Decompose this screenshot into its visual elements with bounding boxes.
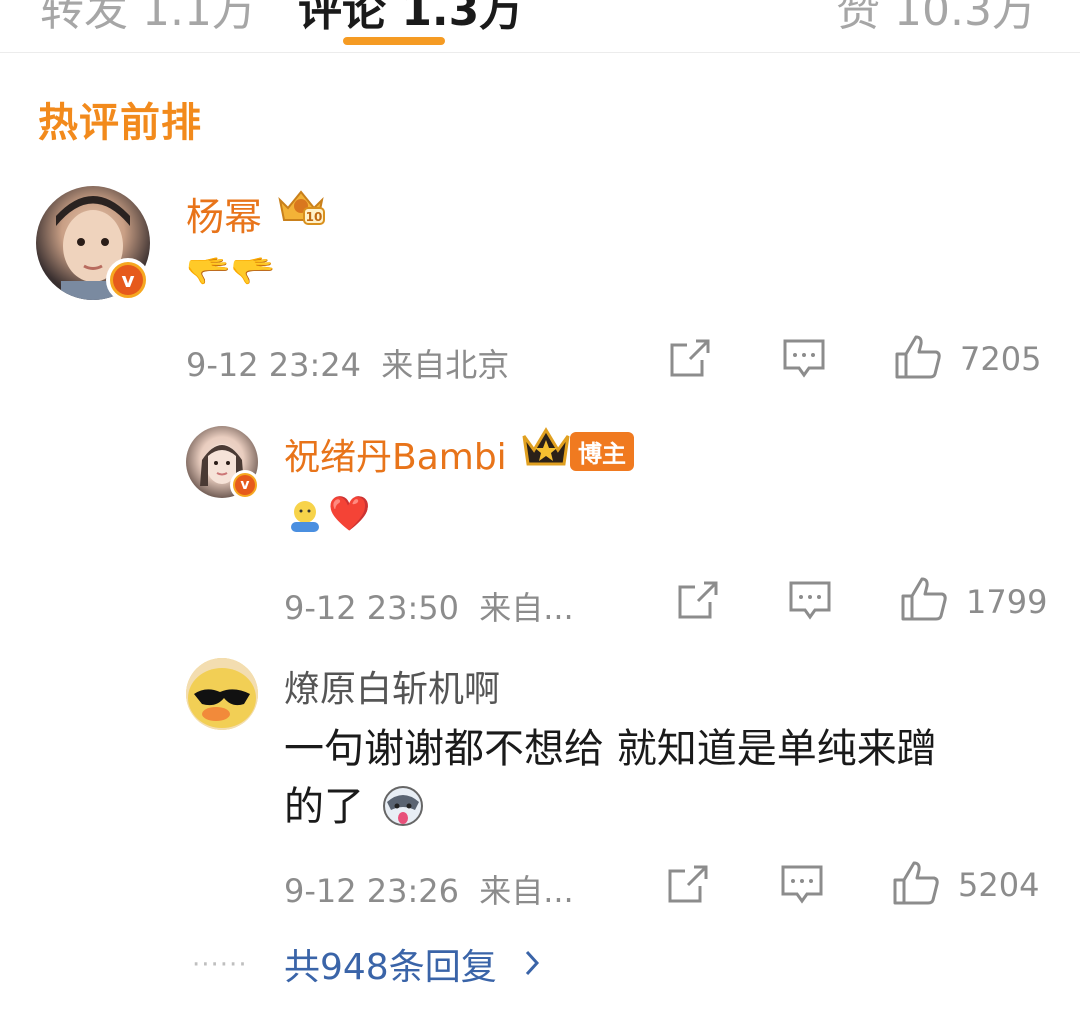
comment-icon[interactable]: [788, 580, 832, 622]
reply-content: ❤️: [328, 494, 371, 534]
reply-timestamp: 9-12 23:50: [284, 589, 460, 627]
hug-emoji-icon: [286, 498, 324, 536]
share-icon[interactable]: [668, 338, 712, 378]
svg-text:10: 10: [306, 210, 323, 224]
reply-time: 9-12 23:26 来自...: [284, 866, 574, 912]
reply-author[interactable]: 燎原白斩机啊: [284, 660, 500, 712]
reply-content-line2: 的了: [284, 784, 364, 830]
reply-content-line1: 一句谢谢都不想给 就知道是单纯来蹭: [284, 726, 937, 772]
blogger-badge: 博主: [570, 432, 634, 471]
tab-comments[interactable]: 评论 1.3万: [298, 0, 523, 38]
avatar-liaoyuan[interactable]: [186, 658, 258, 730]
reply-location: 来自...: [479, 589, 574, 627]
comment-timestamp: 9-12 23:24: [186, 346, 362, 384]
hot-comments-title: 热评前排: [38, 100, 202, 146]
comment-icon[interactable]: [782, 338, 826, 380]
verified-badge-icon: v: [230, 470, 260, 500]
tab-reposts[interactable]: 转发 1.1万: [40, 0, 256, 38]
comment-icon[interactable]: [780, 864, 824, 906]
reply-timestamp: 9-12 23:26: [284, 872, 460, 910]
comment-location: 来自北京: [381, 346, 510, 384]
chevron-right-icon[interactable]: [522, 948, 542, 978]
reply-author[interactable]: 祝绪丹Bambi: [284, 428, 507, 480]
comment-author[interactable]: 杨幂: [186, 186, 262, 241]
like-icon[interactable]: [892, 860, 940, 906]
reply-location: 来自...: [479, 872, 574, 910]
reply-time: 9-12 23:50 来自...: [284, 583, 574, 629]
like-icon[interactable]: [894, 334, 942, 380]
tab-likes[interactable]: 赞 10.3万: [836, 0, 1036, 38]
like-count: 1799: [966, 583, 1048, 621]
like-count: 7205: [960, 340, 1042, 378]
crown-icon: [520, 426, 572, 470]
view-all-replies-link[interactable]: 共948条回复: [284, 938, 497, 990]
more-dots: ······: [192, 950, 248, 980]
reply-content: 一句谢谢都不想给 就知道是单纯来蹭 的了: [284, 720, 1044, 836]
like-icon[interactable]: [900, 576, 948, 622]
share-icon[interactable]: [666, 864, 710, 904]
vip-crown-icon: 10: [274, 186, 328, 228]
husky-emoji-icon: [381, 784, 425, 828]
like-count: 5204: [958, 866, 1040, 904]
active-tab-indicator: [343, 37, 445, 45]
comment-time: 9-12 23:24 来自北京: [186, 340, 509, 386]
share-icon[interactable]: [676, 580, 720, 620]
verified-badge-icon: v: [106, 258, 150, 302]
comment-content: 🫳🫳: [186, 251, 276, 292]
